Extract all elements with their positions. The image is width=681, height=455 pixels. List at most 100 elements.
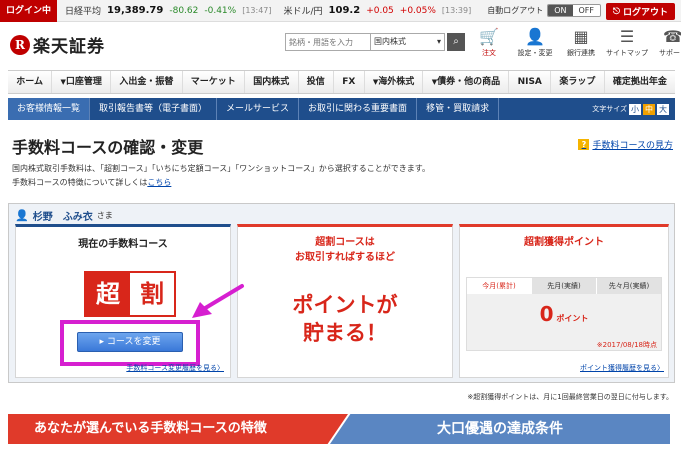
course-features-banner[interactable]: あなたが選んでいる手数料コースの特徴 bbox=[8, 414, 348, 444]
current-course-title: 現在の手数料コース bbox=[78, 239, 168, 250]
toggle-on[interactable]: ON bbox=[548, 5, 573, 16]
points-unit: ポイント bbox=[556, 314, 589, 323]
nav-ideco[interactable]: 確定拠出年金 bbox=[605, 71, 675, 93]
font-size-small[interactable]: 小 bbox=[629, 103, 641, 115]
nav-account[interactable]: ▼口座管理 bbox=[52, 71, 112, 93]
points-history-label: ポイント獲得履歴を見る bbox=[580, 364, 657, 372]
usdjpy-change: +0.05 bbox=[366, 5, 394, 16]
toggle-off[interactable]: OFF bbox=[572, 5, 600, 16]
font-size-large[interactable]: 大 bbox=[657, 103, 669, 115]
sitemap-icon: ☰ bbox=[619, 27, 635, 46]
subnav-mail[interactable]: メールサービス bbox=[217, 98, 300, 120]
sub-navigation: お客様情報一覧 取引報告書等（電子書面） メールサービス お取引に関わる重要書面… bbox=[8, 98, 675, 120]
change-course-label: コースを変更 bbox=[106, 337, 161, 347]
header-icons: 🛒 注文 👤 設定・変更 ▦ 銀行連携 ☰ サイトマップ ☎ サポート bbox=[470, 26, 681, 58]
logo-text: 楽天証券 bbox=[33, 37, 105, 57]
font-size-medium[interactable]: 中 bbox=[643, 103, 655, 115]
nikkei-change: -80.62 bbox=[169, 5, 199, 16]
promo-heading: 超割コースは お取引すればするほど bbox=[238, 235, 452, 265]
auto-logout-toggle[interactable]: ON OFF bbox=[547, 4, 601, 17]
nikkei-time: [13:47] bbox=[242, 6, 272, 15]
usdjpy-value: 109.2 bbox=[328, 5, 361, 16]
market-ticker: 日経平均 19,389.79 -80.62 -0.41% [13:47] 米ドル… bbox=[57, 4, 471, 17]
support-button[interactable]: ☎ サポート bbox=[654, 26, 681, 58]
nav-home[interactable]: ホーム bbox=[8, 71, 53, 93]
nav-domestic-stock[interactable]: 国内株式 bbox=[245, 71, 299, 93]
bank-icon: ▦ bbox=[573, 27, 589, 46]
tab-last-month[interactable]: 先月(実績) bbox=[532, 278, 597, 294]
desc-line-2: 手数料コースの特徴について詳しくはこちら bbox=[12, 176, 430, 190]
search-input[interactable] bbox=[285, 33, 371, 51]
settings-button[interactable]: 👤 設定・変更 bbox=[516, 26, 554, 58]
details-link[interactable]: こちら bbox=[147, 178, 171, 187]
nav-foreign-stock-label: 海外株式 bbox=[378, 77, 415, 87]
course-summary-box: 👤 杉野 ふみ衣 さま 現在の手数料コース 超 割 ▸ コースを変更 手数料コー… bbox=[8, 203, 675, 383]
usdjpy-pct: +0.05% bbox=[399, 5, 436, 16]
usdjpy-label: 米ドル/円 bbox=[283, 7, 323, 17]
search-category-select[interactable]: 国内株式 bbox=[371, 33, 445, 51]
order-label: 注文 bbox=[482, 49, 496, 57]
change-course-button[interactable]: ▸ コースを変更 bbox=[77, 332, 183, 352]
help-link-label: 手数料コースの見方 bbox=[592, 141, 673, 151]
page-title: 手数料コースの確認・変更 bbox=[12, 138, 204, 157]
nav-rakuwrap[interactable]: 楽ラップ bbox=[551, 71, 605, 93]
tab-two-months-ago[interactable]: 先々月(実績) bbox=[597, 278, 661, 294]
chowari-badge-right: 割 bbox=[130, 273, 174, 315]
auto-logout-label: 自動ログアウト bbox=[487, 6, 544, 15]
logout-icon: ⎋ bbox=[612, 6, 620, 17]
page-description: 国内株式取引手数料は、「超割コース」「いちにち定額コース」「ワンショットコース」… bbox=[12, 162, 430, 190]
points-tabs-box: 今月(累計) 先月(実績) 先々月(実績) 0 ポイント ※2017/08/18… bbox=[466, 277, 662, 351]
nav-bonds[interactable]: ▼債券・他の商品 bbox=[423, 71, 510, 93]
help-link[interactable]: ? 手数料コースの見方 bbox=[578, 138, 673, 151]
question-icon: ? bbox=[578, 139, 590, 150]
desc-line-1: 国内株式取引手数料は、「超割コース」「いちにち定額コース」「ワンショットコース」… bbox=[12, 164, 430, 173]
points-history-link[interactable]: ポイント獲得履歴を見る〉 bbox=[580, 363, 664, 373]
nav-fx[interactable]: FX bbox=[334, 71, 365, 93]
subnav-customer-info[interactable]: お客様情報一覧 bbox=[8, 98, 91, 120]
nav-nisa[interactable]: NISA bbox=[509, 71, 552, 93]
nav-fund[interactable]: 投信 bbox=[299, 71, 335, 93]
font-size-label: 文字サイズ bbox=[592, 105, 627, 113]
promo-line-2: お取引すればするほど bbox=[295, 252, 395, 263]
course-history-label: 手数料コース変更履歴を見る bbox=[126, 364, 217, 372]
triangle-right-icon: ▸ bbox=[99, 337, 107, 347]
search-icon: ⌕ bbox=[453, 36, 459, 47]
order-button[interactable]: 🛒 注文 bbox=[470, 26, 508, 58]
subnav-transfer[interactable]: 移管・買取請求 bbox=[417, 98, 500, 120]
promo-big-2: 貯まる！ bbox=[303, 321, 387, 345]
person-icon: 👤 bbox=[525, 27, 545, 46]
chowari-badge: 超 割 bbox=[84, 271, 176, 317]
nav-foreign-stock[interactable]: ▼海外株式 bbox=[365, 71, 424, 93]
search-bar: 国内株式 ⌕ bbox=[285, 33, 465, 51]
points-as-of: ※2017/08/18時点 bbox=[596, 341, 657, 349]
tab-this-month[interactable]: 今月(累計) bbox=[467, 278, 532, 294]
annotation-arrow-icon bbox=[192, 284, 244, 318]
large-trade-banner[interactable]: 大口優遇の達成条件 bbox=[330, 414, 670, 444]
nikkei-label: 日経平均 bbox=[65, 7, 102, 17]
nav-market[interactable]: マーケット bbox=[183, 71, 246, 93]
promo-panel: 超割コースは お取引すればするほど ポイントが 貯まる！ bbox=[237, 224, 453, 378]
logout-button[interactable]: ⎋ ログアウト bbox=[605, 3, 675, 20]
points-title: 超割獲得ポイント bbox=[524, 237, 604, 248]
subnav-documents[interactable]: お取引に関わる重要書面 bbox=[299, 98, 418, 120]
points-panel: 超割獲得ポイント 今月(累計) 先月(実績) 先々月(実績) 0 ポイント ※2… bbox=[459, 224, 669, 378]
promo-line-1: 超割コースは bbox=[315, 237, 375, 248]
search-button[interactable]: ⌕ bbox=[447, 33, 465, 51]
rakuten-logo[interactable]: R 楽天証券 bbox=[10, 32, 105, 57]
main-navigation: ホーム ▼口座管理 入出金・振替 マーケット 国内株式 投信 FX ▼海外株式 … bbox=[8, 70, 675, 94]
course-history-link[interactable]: 手数料コース変更履歴を見る〉 bbox=[126, 363, 224, 373]
sitemap-button[interactable]: ☰ サイトマップ bbox=[606, 26, 648, 58]
bottom-banners: あなたが選んでいる手数料コースの特徴 大口優遇の達成条件 bbox=[8, 414, 675, 450]
user-name-row: 👤 杉野 ふみ衣 さま bbox=[15, 208, 113, 223]
support-icon: ☎ bbox=[663, 27, 681, 46]
cart-icon: 🛒 bbox=[479, 27, 499, 46]
bank-link-button[interactable]: ▦ 銀行連携 bbox=[562, 26, 600, 58]
desc-line-2-text: 手数料コースの特徴について詳しくは bbox=[12, 178, 148, 187]
settings-label: 設定・変更 bbox=[517, 49, 553, 57]
chowari-badge-left: 超 bbox=[86, 273, 130, 315]
login-status-badge: ログイン中 bbox=[0, 0, 58, 22]
user-name: 杉野 ふみ衣 bbox=[32, 212, 93, 223]
auto-logout-control: 自動ログアウト ON OFF bbox=[487, 4, 601, 17]
subnav-reports[interactable]: 取引報告書等（電子書面） bbox=[90, 98, 218, 120]
nav-deposit[interactable]: 入出金・振替 bbox=[111, 71, 183, 93]
